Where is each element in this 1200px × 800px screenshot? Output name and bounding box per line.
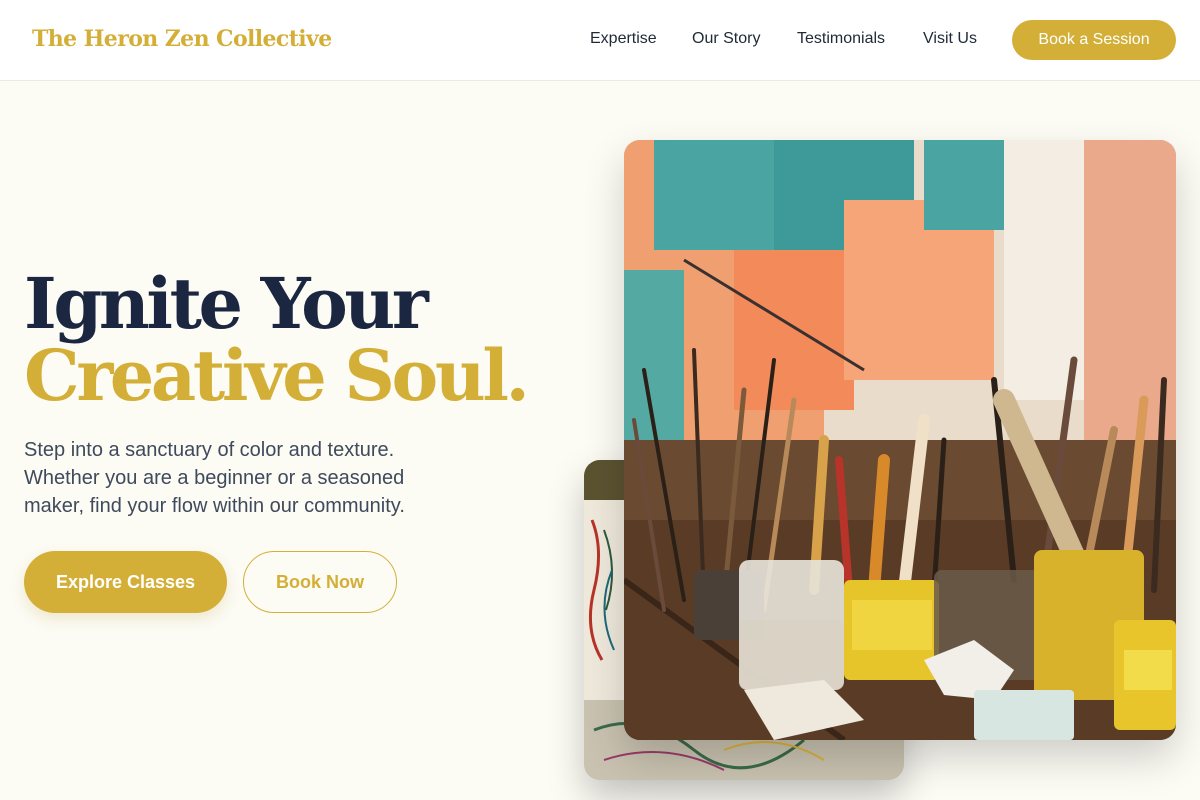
site-header: The Heron Zen Collective Expertise Our S… [0, 0, 1200, 81]
hero-headline-line1: Ignite Your [24, 262, 429, 345]
paint-brushes-illustration [624, 140, 1176, 740]
hero-headline: Ignite Your Creative Soul. [24, 262, 530, 417]
paint-brushes-image [624, 140, 1176, 740]
book-now-button[interactable]: Book Now [243, 551, 397, 613]
book-session-button[interactable]: Book a Session [1012, 20, 1176, 60]
explore-classes-button[interactable]: Explore Classes [24, 551, 227, 613]
nav-link-visit-us[interactable]: Visit Us [923, 30, 977, 48]
nav-link-testimonials[interactable]: Testimonials [797, 30, 885, 48]
nav-link-our-story[interactable]: Our Story [692, 30, 760, 48]
nav-link-expertise[interactable]: Expertise [590, 30, 657, 48]
hero-headline-line2: Creative Soul. [24, 334, 530, 417]
brand-logo[interactable]: The Heron Zen Collective [32, 26, 332, 52]
hero-description: Step into a sanctuary of color and textu… [24, 439, 405, 517]
